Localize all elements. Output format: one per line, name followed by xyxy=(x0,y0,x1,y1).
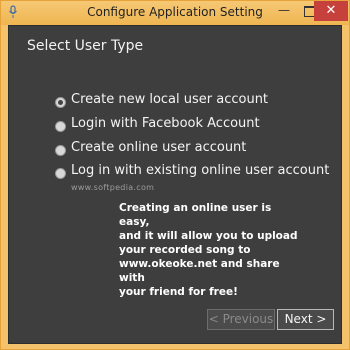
info-line: and it will allow you to upload xyxy=(119,230,298,242)
info-line: Creating an online user is easy, xyxy=(119,202,272,228)
next-button[interactable]: Next > xyxy=(277,309,334,330)
option-label: Login with Facebook Account xyxy=(71,116,260,131)
option-label: Log in with existing online user account xyxy=(71,163,330,178)
watermark: www.softpedia.com xyxy=(71,183,155,192)
radio-button[interactable] xyxy=(55,121,66,132)
title-bar[interactable]: Configure Application Setting — ✕ xyxy=(1,1,349,25)
minimize-button[interactable]: — xyxy=(272,1,296,21)
info-line: www.okeoke.net and share with xyxy=(119,258,280,284)
info-text: Creating an online user is easy, and it … xyxy=(119,201,299,299)
previous-button[interactable]: < Previous xyxy=(207,309,275,330)
info-line: your recorded song to xyxy=(119,244,251,256)
info-line: your friend for free! xyxy=(119,286,238,298)
option-label: Create online user account xyxy=(71,140,247,155)
configure-dialog: Configure Application Setting — ✕ Select… xyxy=(0,0,350,350)
option-label: Create new local user account xyxy=(71,92,269,107)
radio-button-selected[interactable] xyxy=(55,97,66,108)
section-title: Select User Type xyxy=(27,38,144,54)
radio-button[interactable] xyxy=(55,168,66,179)
radio-button[interactable] xyxy=(55,145,66,156)
dialog-content: Select User Type Create new local user a… xyxy=(8,25,342,344)
close-button[interactable]: ✕ xyxy=(314,1,348,21)
